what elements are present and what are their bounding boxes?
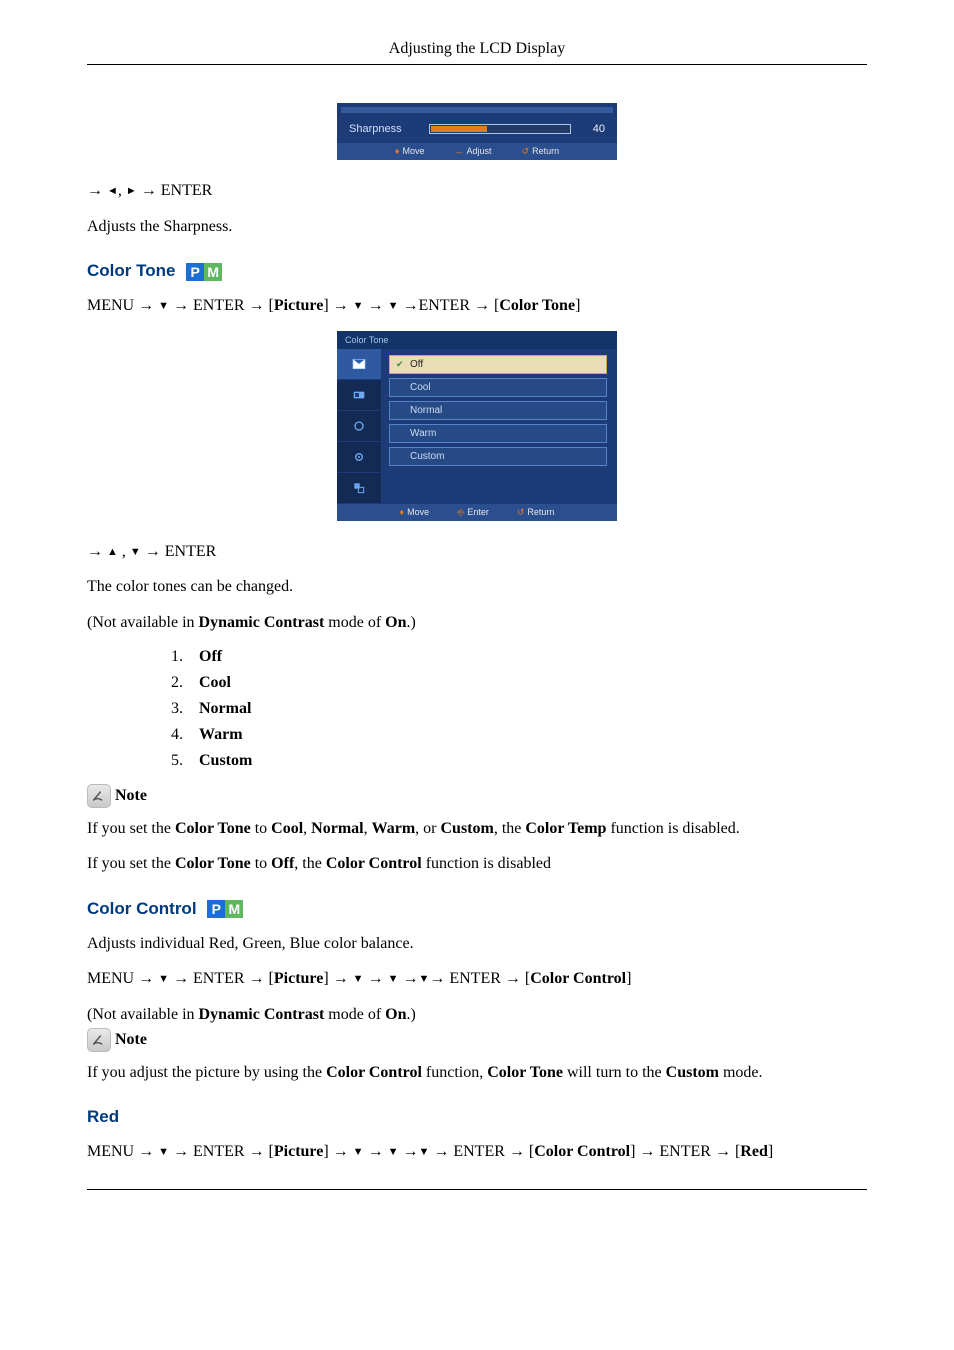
colorcontrol-menu-path: MENU → ▼ → ENTER → [Picture] → ▼ → ▼ →▼→… xyxy=(87,968,867,990)
colortone-osd: Color Tone ✔Off Cool Normal Warm xyxy=(337,331,617,521)
sharpness-osd-label: Sharpness xyxy=(349,123,419,135)
colorcontrol-note: If you adjust the picture by using the C… xyxy=(87,1062,867,1084)
colorcontrol-not-avail: (Not available in Dynamic Contrast mode … xyxy=(87,1004,867,1026)
pm-badge-icon: PM xyxy=(186,263,222,281)
colorcontrol-desc: Adjusts individual Red, Green, Blue colo… xyxy=(87,933,867,955)
sharpness-desc: Adjusts the Sharpness. xyxy=(87,216,867,238)
list-item: Custom xyxy=(187,752,867,770)
osd-side-setup-icon xyxy=(337,442,381,473)
colortone-note2: If you set the Color Tone to Off, the Co… xyxy=(87,853,867,875)
note-label: Note xyxy=(115,787,147,805)
osd-side-sound-icon xyxy=(337,411,381,442)
list-item: Warm xyxy=(187,726,867,744)
colortone-option-normal: Normal xyxy=(389,401,607,420)
page-title: Adjusting the LCD Display xyxy=(87,40,867,65)
list-item: Off xyxy=(187,648,867,666)
note-icon xyxy=(87,784,111,808)
list-item: Normal xyxy=(187,700,867,718)
section-color-tone: Color Tone PM xyxy=(87,261,867,281)
note-icon xyxy=(87,1028,111,1052)
list-item: Cool xyxy=(187,674,867,692)
osd-side-input-icon xyxy=(337,380,381,411)
colortone-note1: If you set the Color Tone to Cool, Norma… xyxy=(87,818,867,840)
section-red: Red xyxy=(87,1107,867,1127)
sharpness-nav: → ◄, ► → ENTER xyxy=(87,180,867,202)
colortone-nav2: → ▲ , ▼ → ENTER xyxy=(87,541,867,563)
sharpness-osd: Sharpness 40 ♦Move ↔Adjust ↺Return xyxy=(337,103,617,160)
colortone-option-warm: Warm xyxy=(389,424,607,443)
colortone-option-off: ✔Off xyxy=(389,355,607,374)
colortone-menu-path: MENU → ▼ → ENTER → [Picture] → ▼ → ▼ →EN… xyxy=(87,295,867,317)
colortone-option-custom: Custom xyxy=(389,447,607,466)
colortone-option-cool: Cool xyxy=(389,378,607,397)
colortone-not-avail: (Not available in Dynamic Contrast mode … xyxy=(87,612,867,634)
osd-side-multi-icon xyxy=(337,473,381,504)
sharpness-osd-value: 40 xyxy=(581,123,605,135)
colortone-desc: The color tones can be changed. xyxy=(87,576,867,598)
note-label: Note xyxy=(115,1031,147,1049)
red-menu-path: MENU → ▼ → ENTER → [Picture] → ▼ → ▼ →▼ … xyxy=(87,1141,867,1163)
osd-side-picture-icon xyxy=(337,349,381,380)
section-color-control: Color Control PM xyxy=(87,899,867,919)
colortone-option-list: Off Cool Normal Warm Custom xyxy=(87,648,867,770)
pm-badge-icon: PM xyxy=(207,900,243,918)
